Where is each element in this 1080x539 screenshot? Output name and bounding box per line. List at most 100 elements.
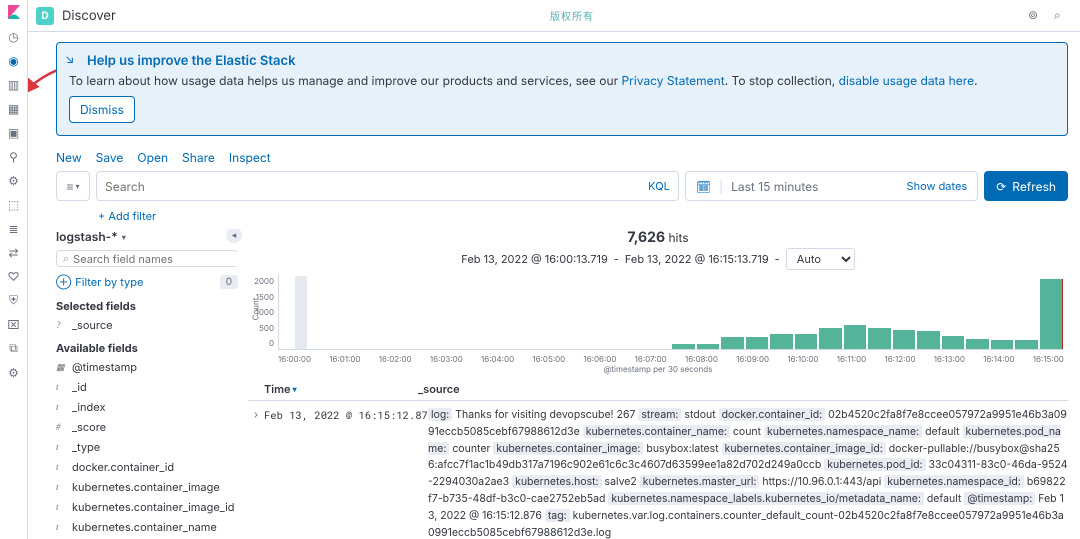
- kql-toggle[interactable]: KQL: [642, 179, 670, 193]
- dismiss-button[interactable]: Dismiss: [69, 96, 135, 123]
- histogram-bar[interactable]: [966, 339, 989, 349]
- new-action[interactable]: New: [56, 150, 82, 165]
- chart-xlabel: @timestamp per 30 seconds: [248, 364, 1068, 374]
- expand-row-button[interactable]: ›: [248, 407, 264, 539]
- field-item[interactable]: t kubernetes.container_image_id: [56, 497, 238, 517]
- collapse-sidebar-button[interactable]: ◂: [226, 229, 242, 243]
- field-name: _source: [72, 318, 113, 332]
- canvas-icon[interactable]: ▣: [6, 124, 22, 140]
- watermark-text: 版权所有: [550, 8, 594, 23]
- histogram-bar[interactable]: [942, 336, 965, 349]
- metrics-icon[interactable]: ⬚: [6, 196, 22, 212]
- histogram-bar[interactable]: [746, 337, 769, 349]
- share-action[interactable]: Share: [182, 150, 215, 165]
- save-action[interactable]: Save: [96, 150, 124, 165]
- field-item[interactable]: t docker.container_id: [56, 457, 238, 477]
- source-column-header[interactable]: _source: [418, 382, 1068, 396]
- histogram-bar[interactable]: [672, 344, 695, 349]
- field-name: kubernetes.container_image_id: [72, 500, 235, 514]
- apm-icon[interactable]: ⇄: [6, 244, 22, 260]
- date-range-picker[interactable]: 🗓 | Last 15 minutes Show dates: [685, 171, 978, 201]
- left-nav: ◷ ◉ ▥ ▦ ▣ ⚲ ⚙ ⬚ ≣ ⇄ ♡ ⛨ ⌧ ⧉ ⚙: [0, 0, 28, 539]
- row-time: Feb 13, 2022 @ 16:15:12.876: [264, 407, 428, 539]
- interval-select[interactable]: Auto: [786, 248, 855, 270]
- top-action-bar: New Save Open Share Inspect: [56, 150, 1068, 165]
- field-type-icon: t: [56, 502, 66, 512]
- field-item[interactable]: ▦@timestamp: [56, 357, 238, 377]
- uptime-icon[interactable]: ♡: [6, 268, 22, 284]
- histogram-chart[interactable]: Count 2000150010005000 16:00:0016:01:001…: [248, 274, 1068, 366]
- field-name: kubernetes.container_name: [72, 520, 217, 534]
- row-source: log: Thanks for visiting devopscube! 267…: [428, 407, 1068, 539]
- app-title: Discover: [62, 8, 116, 24]
- field-type-icon: t: [56, 382, 66, 392]
- maps-icon[interactable]: ⚲: [6, 148, 22, 164]
- field-type-icon: ?: [56, 320, 66, 330]
- stack-icon[interactable]: ⧉: [6, 340, 22, 356]
- histogram-bar[interactable]: [770, 334, 793, 349]
- siem-icon[interactable]: ⛨: [6, 292, 22, 308]
- histogram-bar[interactable]: [819, 328, 842, 349]
- callout-text: To learn about how usage data helps us m…: [69, 73, 1055, 88]
- field-item[interactable]: tkubernetes.container_name: [56, 517, 238, 537]
- histogram-bar[interactable]: [991, 340, 1014, 349]
- histogram-bar[interactable]: [1015, 340, 1038, 349]
- field-type-icon: ▦: [56, 362, 66, 373]
- index-pattern-selector[interactable]: logstash-*▾: [56, 229, 238, 244]
- field-name: _index: [72, 400, 105, 414]
- field-item[interactable]: ? _source: [56, 315, 238, 335]
- open-action[interactable]: Open: [137, 150, 168, 165]
- histogram-bar[interactable]: [1040, 279, 1064, 349]
- histogram-bar[interactable]: [917, 331, 940, 349]
- sort-desc-icon: ▾: [293, 384, 297, 394]
- results-panel: 7,626 hits Feb 13, 2022 @ 16:00:13.719-F…: [248, 229, 1068, 539]
- histogram-bar[interactable]: [697, 344, 720, 349]
- filter-by-type-button[interactable]: ⊕ Filter by type 0: [56, 271, 238, 293]
- histogram-bar[interactable]: [893, 330, 916, 349]
- disable-telemetry-link[interactable]: disable usage data here: [839, 73, 974, 88]
- histogram-bar[interactable]: [844, 325, 867, 349]
- visualize-icon[interactable]: ▥: [6, 76, 22, 92]
- devtools-icon[interactable]: ⌧: [6, 316, 22, 332]
- management-icon[interactable]: ⚙: [6, 364, 22, 380]
- show-dates-link[interactable]: Show dates: [907, 179, 968, 193]
- field-type-icon: t: [56, 462, 66, 472]
- query-input-wrapper: KQL: [96, 171, 679, 201]
- logs-icon[interactable]: ≣: [6, 220, 22, 236]
- field-sidebar: ◂ logstash-*▾ ⌕ ⊕ Filter by type 0 Selec…: [56, 229, 238, 539]
- newsfeed-icon[interactable]: ⊚: [1028, 7, 1046, 25]
- query-input[interactable]: [105, 179, 636, 194]
- field-search-input[interactable]: [73, 252, 244, 266]
- telemetry-callout: ↘ Help us improve the Elastic Stack To l…: [56, 42, 1068, 136]
- recent-icon[interactable]: ◷: [6, 28, 22, 44]
- refresh-button[interactable]: ⟳ Refresh: [984, 171, 1068, 201]
- pin-icon: ↘: [65, 51, 79, 65]
- inspect-action[interactable]: Inspect: [229, 150, 271, 165]
- add-filter-button[interactable]: + Add filter: [98, 209, 1068, 223]
- search-icon: ⌕: [63, 251, 69, 266]
- field-name: docker.container_id: [72, 460, 174, 474]
- field-type-icon: t: [56, 442, 66, 452]
- help-icon[interactable]: ⌕: [1054, 7, 1072, 25]
- kibana-logo-icon[interactable]: [6, 4, 22, 20]
- field-item[interactable]: tkubernetes.container_image: [56, 477, 238, 497]
- field-type-icon: t: [56, 402, 66, 412]
- chart-loading-area: [295, 276, 307, 349]
- chart-plot-area: [278, 274, 1064, 350]
- dashboard-icon[interactable]: ▦: [6, 100, 22, 116]
- field-item[interactable]: #_score: [56, 417, 238, 437]
- header-bar: D Discover 版权所有 ⊚ ⌕: [28, 0, 1080, 32]
- histogram-bar[interactable]: [868, 328, 891, 349]
- histogram-bar[interactable]: [795, 334, 818, 349]
- field-item[interactable]: t_type: [56, 437, 238, 457]
- time-column-header[interactable]: Time ▾: [248, 382, 418, 396]
- histogram-bar[interactable]: [721, 337, 744, 349]
- filter-type-count: 0: [220, 275, 238, 289]
- field-item[interactable]: t _index: [56, 397, 238, 417]
- discover-icon[interactable]: ◉: [6, 52, 22, 68]
- ml-icon[interactable]: ⚙: [6, 172, 22, 188]
- hit-count: 7,626 hits: [248, 229, 1068, 246]
- field-item[interactable]: t_id: [56, 377, 238, 397]
- privacy-link[interactable]: Privacy Statement: [621, 73, 724, 88]
- filter-options-button[interactable]: ≡▾: [56, 171, 90, 201]
